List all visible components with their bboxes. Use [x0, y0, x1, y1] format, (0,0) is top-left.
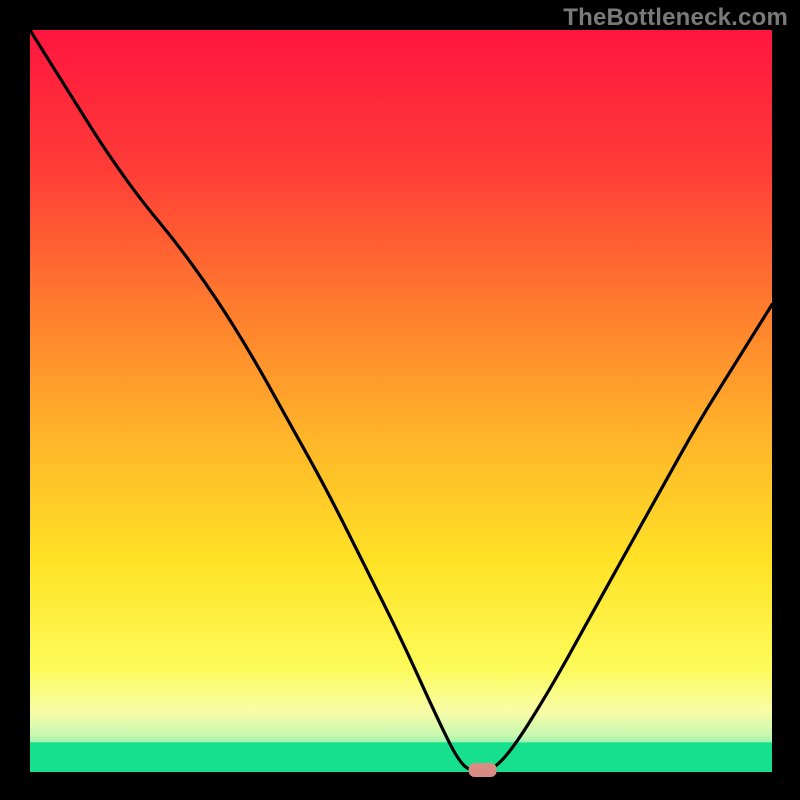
chart-frame: TheBottleneck.com: [0, 0, 800, 800]
bottleneck-chart: [0, 0, 800, 800]
optimal-marker: [469, 763, 497, 777]
plot-background: [30, 30, 772, 772]
green-band: [30, 742, 772, 772]
watermark-text: TheBottleneck.com: [563, 4, 788, 32]
